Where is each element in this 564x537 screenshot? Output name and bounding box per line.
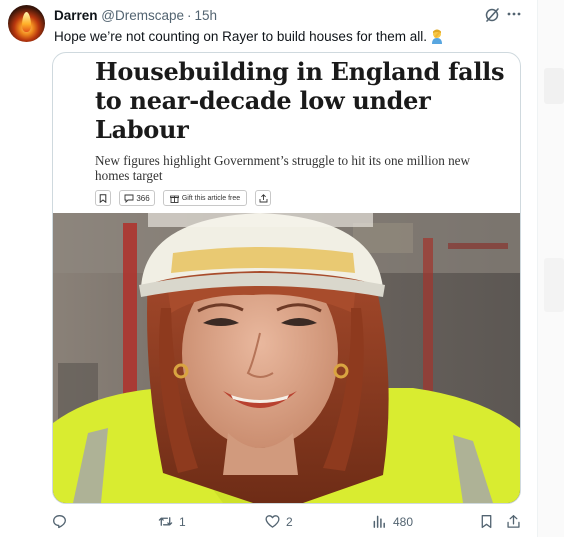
article-comments-button[interactable]: 366 (119, 190, 155, 206)
share-button[interactable] (506, 514, 521, 529)
gift-article-button[interactable]: Gift this article free (163, 190, 247, 206)
bookmark-icon (481, 515, 492, 529)
person-facepalming-icon (431, 29, 442, 44)
flame-icon (22, 12, 31, 32)
retweet-count: 1 (179, 514, 186, 529)
more-options-icon[interactable] (506, 9, 522, 19)
tweet-text-body: Hope we’re not counting on Rayer to buil… (54, 29, 427, 44)
bookmark-button[interactable] (479, 514, 494, 529)
article-bookmark-button[interactable] (95, 190, 111, 206)
article-photo[interactable] (53, 213, 520, 503)
bookmark-icon (99, 193, 107, 203)
sidebar-edge (538, 0, 564, 537)
grok-icon[interactable] (484, 7, 500, 23)
author-name[interactable]: Darren (54, 8, 98, 23)
comments-count: 366 (136, 193, 150, 203)
like-icon (265, 515, 280, 528)
share-icon (507, 515, 520, 528)
tweet-header: Darren @Dremscape · 15h (54, 8, 217, 24)
views-icon (373, 515, 385, 528)
gift-icon (169, 195, 179, 203)
tweet-time[interactable]: 15h (195, 8, 218, 23)
comment-icon (124, 194, 134, 203)
article-share-button[interactable] (255, 190, 271, 206)
share-icon (259, 193, 267, 202)
views-count: 480 (393, 514, 414, 529)
separator: · (187, 8, 192, 23)
avatar[interactable] (8, 5, 45, 42)
views-button[interactable]: 480 (372, 514, 413, 529)
retweet-button[interactable]: 1 (158, 514, 186, 529)
tweet-text: Hope we’re not counting on Rayer to buil… (54, 28, 444, 45)
author-handle[interactable]: @Dremscape (101, 8, 184, 23)
reply-icon (53, 515, 66, 529)
gift-label: Gift this article free (181, 194, 241, 202)
article-headline[interactable]: Housebuilding in England falls to near-d… (95, 57, 505, 144)
tweet-actions: 1 2 480 (0, 510, 537, 532)
woman-in-hard-hat-photo (53, 213, 520, 503)
like-count: 2 (286, 514, 293, 529)
article-subhead: New figures highlight Government’s strug… (95, 153, 471, 183)
reply-button[interactable] (52, 514, 73, 529)
article-card[interactable]: Housebuilding in England falls to near-d… (52, 52, 521, 504)
retweet-icon (158, 517, 173, 526)
like-button[interactable]: 2 (265, 514, 293, 529)
